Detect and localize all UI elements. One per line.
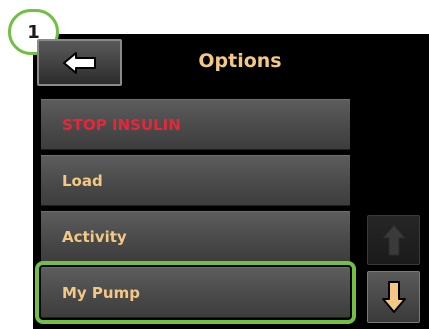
back-button[interactable] (37, 39, 122, 86)
menu-item-activity[interactable]: Activity (41, 211, 350, 262)
menu-item-label: Load (62, 171, 103, 190)
scroll-down-button[interactable] (367, 271, 420, 323)
scroll-up-button[interactable] (367, 215, 420, 265)
menu-item-label: Activity (62, 227, 127, 246)
arrow-up-icon (382, 224, 405, 256)
page-title: Options (198, 50, 282, 72)
menu-item-load[interactable]: Load (41, 155, 350, 206)
arrow-down-icon (381, 281, 406, 313)
options-menu: STOP INSULIN Load Activity My Pump (35, 99, 356, 324)
menu-item-stop-insulin[interactable]: STOP INSULIN (41, 99, 350, 150)
menu-item-label: STOP INSULIN (62, 115, 181, 134)
menu-item-my-pump[interactable]: My Pump (35, 261, 356, 324)
arrow-left-icon (62, 51, 96, 74)
menu-item-label: My Pump (62, 283, 140, 302)
